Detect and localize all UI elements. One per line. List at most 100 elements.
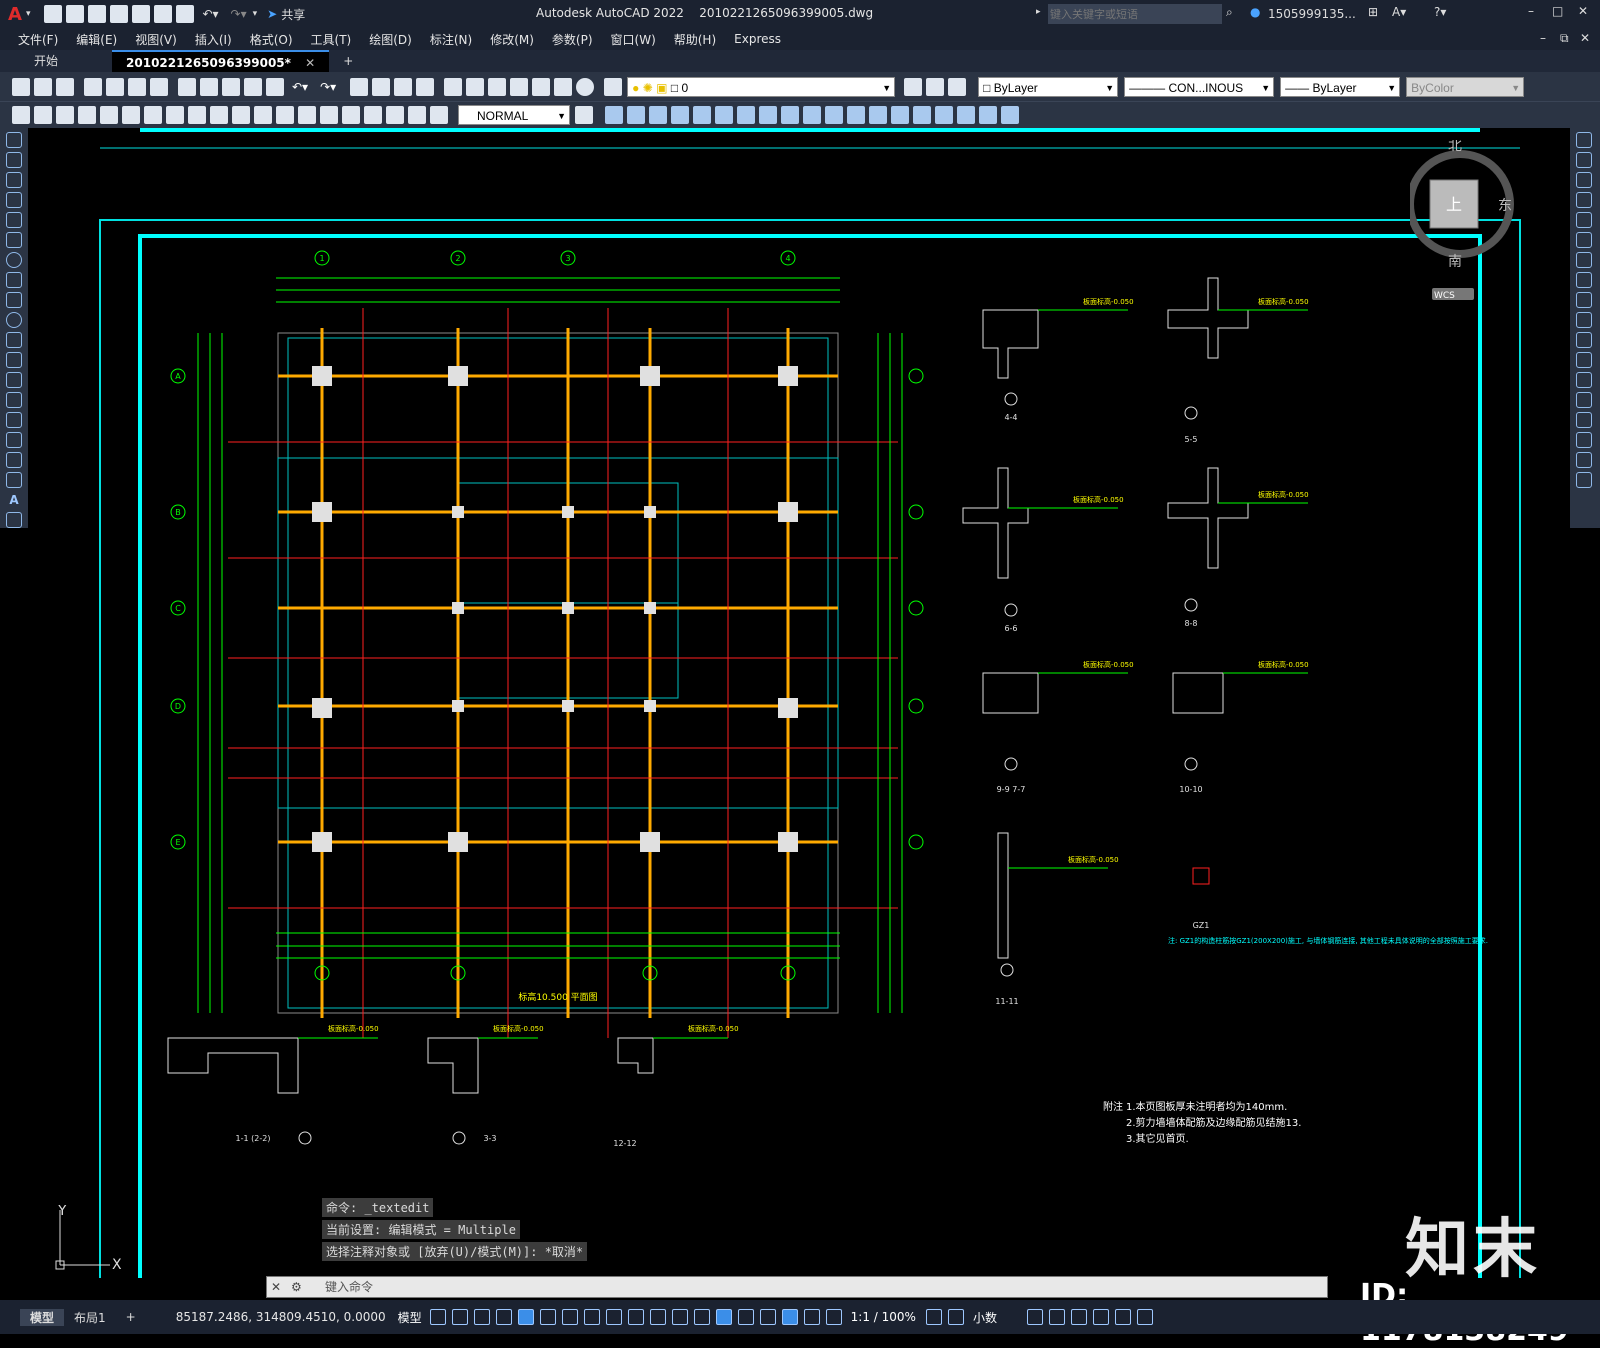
- share-button[interactable]: 共享: [281, 6, 305, 23]
- polygon-icon[interactable]: [6, 192, 22, 208]
- erase-icon[interactable]: [1576, 132, 1592, 148]
- customize-chevron-icon[interactable]: ▾: [253, 9, 258, 19]
- share-icon[interactable]: ➤: [267, 7, 277, 21]
- arc-icon[interactable]: [6, 232, 22, 248]
- viewcube-graphic[interactable]: 北 南 东 西 上 WCS: [1390, 138, 1560, 310]
- polyline-icon[interactable]: [6, 172, 22, 188]
- extend-icon[interactable]: [1576, 332, 1592, 348]
- quickcalc-icon[interactable]: [554, 77, 573, 96]
- menu-tools[interactable]: 工具(T): [311, 31, 352, 48]
- doc-minimize-icon[interactable]: –: [1540, 31, 1546, 45]
- help-tb-icon[interactable]: [576, 77, 595, 96]
- user-name[interactable]: 1505999135...: [1268, 7, 1356, 21]
- hardware-accel-icon[interactable]: [1092, 1309, 1109, 1325]
- region-icon[interactable]: [6, 452, 22, 468]
- chamfer-icon[interactable]: [1576, 412, 1592, 428]
- osnap-icon[interactable]: [605, 1309, 622, 1325]
- layer-states-icon[interactable]: [948, 77, 967, 96]
- fillet-icon[interactable]: [1576, 432, 1592, 448]
- save-as-icon[interactable]: [110, 5, 129, 23]
- menu-express[interactable]: Express: [734, 32, 781, 46]
- dim-aligned-icon[interactable]: [34, 106, 52, 124]
- new-tab-icon[interactable]: +: [329, 50, 367, 72]
- open-icon[interactable]: [34, 77, 52, 96]
- save-tb-icon[interactable]: [56, 77, 74, 96]
- menu-draw[interactable]: 绘图(D): [369, 31, 412, 48]
- tab-close-icon[interactable]: ✕: [305, 56, 315, 70]
- doc-close-icon[interactable]: ✕: [1580, 31, 1590, 45]
- insert-block-icon[interactable]: [6, 352, 22, 368]
- tool-palettes-icon[interactable]: [488, 77, 507, 96]
- menu-parametric[interactable]: 参数(P): [552, 31, 593, 48]
- dim-update-icon[interactable]: [430, 106, 448, 124]
- layer-combo[interactable]: ● ✺ ▣ □ 0 ▼: [627, 76, 896, 97]
- dim-radius-icon[interactable]: [100, 106, 118, 124]
- customize-command-icon[interactable]: ⚙: [291, 1277, 302, 1297]
- modify-lengthen-icon[interactable]: [957, 106, 975, 124]
- menu-edit[interactable]: 编辑(E): [76, 31, 117, 48]
- modify-offset-icon[interactable]: [847, 106, 865, 124]
- annotation-monitor-icon[interactable]: [947, 1309, 964, 1325]
- undo-tb-icon[interactable]: ↶▾: [292, 80, 308, 94]
- mirror-icon[interactable]: [1576, 172, 1592, 188]
- menu-insert[interactable]: 插入(I): [195, 31, 232, 48]
- quick-dim-icon[interactable]: [188, 106, 206, 124]
- menu-dimension[interactable]: 标注(N): [430, 31, 472, 48]
- autoscale-icon[interactable]: [803, 1309, 820, 1325]
- modify-erase-icon[interactable]: [935, 106, 953, 124]
- modify-trim-icon[interactable]: [737, 106, 755, 124]
- mtext-icon[interactable]: A: [6, 492, 22, 508]
- ellipse-arc-icon[interactable]: [6, 332, 22, 348]
- pan-icon[interactable]: [350, 77, 369, 96]
- dynamic-input-icon[interactable]: [495, 1309, 512, 1325]
- table-icon[interactable]: [6, 472, 22, 488]
- maximize-icon[interactable]: □: [1552, 4, 1563, 18]
- command-input[interactable]: ✕ ⚙ 键入命令: [266, 1276, 1328, 1298]
- dim-diameter-icon[interactable]: [144, 106, 162, 124]
- menu-format[interactable]: 格式(O): [250, 31, 293, 48]
- tab-drawing[interactable]: 2010221265096399005* ✕: [112, 50, 330, 72]
- modify-stretch-icon[interactable]: [649, 106, 667, 124]
- jog-line-icon[interactable]: [364, 106, 382, 124]
- lineweight-combo[interactable]: —— ByLayer ▼: [1280, 76, 1401, 97]
- properties-icon[interactable]: [444, 77, 463, 96]
- open-web-icon[interactable]: [132, 5, 151, 23]
- paste-icon[interactable]: [222, 77, 240, 96]
- units-value[interactable]: 小数: [973, 1309, 997, 1326]
- a360-icon[interactable]: A▾: [1392, 5, 1406, 19]
- line-icon[interactable]: [6, 132, 22, 148]
- modify-fillet-icon[interactable]: [781, 106, 799, 124]
- customization-icon[interactable]: [1136, 1309, 1153, 1325]
- close-icon[interactable]: ✕: [1578, 4, 1588, 18]
- dimstyle-combo[interactable]: NORMAL ▼: [458, 105, 570, 125]
- tab-start[interactable]: 开始: [20, 50, 72, 72]
- redo-icon[interactable]: ↷▾: [231, 7, 247, 21]
- rectangle-icon[interactable]: [6, 212, 22, 228]
- doc-restore-icon[interactable]: ⧉: [1560, 31, 1569, 46]
- linetype-combo[interactable]: ——— CON...INOUS ▼: [1124, 76, 1275, 97]
- modify-break-icon[interactable]: [913, 106, 931, 124]
- save-web-icon[interactable]: [154, 5, 173, 23]
- modify-explode-icon[interactable]: [869, 106, 887, 124]
- dynamic-ucs-icon[interactable]: [715, 1309, 732, 1325]
- search-expand-icon[interactable]: ▸: [1036, 7, 1041, 17]
- matchprop-icon[interactable]: [244, 77, 262, 96]
- cut-icon[interactable]: [178, 77, 196, 96]
- redo-tb-icon[interactable]: ↷▾: [320, 80, 336, 94]
- plot-icon[interactable]: [176, 5, 195, 23]
- modify-mirror-icon[interactable]: [693, 106, 711, 124]
- lock-ui-icon[interactable]: [1048, 1309, 1065, 1325]
- layer-manager-icon[interactable]: [604, 77, 623, 96]
- offset-icon[interactable]: [1576, 192, 1592, 208]
- publish-icon[interactable]: [128, 77, 146, 96]
- modify-reverse-icon[interactable]: [1001, 106, 1019, 124]
- modify-copy-icon[interactable]: [627, 106, 645, 124]
- point-icon[interactable]: [6, 392, 22, 408]
- isodraft-icon[interactable]: [561, 1309, 578, 1325]
- app-menu-chevron-icon[interactable]: ▾: [26, 9, 31, 19]
- annotation-visibility-icon[interactable]: [781, 1309, 798, 1325]
- 3dprint-icon[interactable]: [150, 77, 168, 96]
- dim-jogged-icon[interactable]: [122, 106, 140, 124]
- isolate-objects-icon[interactable]: [1070, 1309, 1087, 1325]
- selection-filter-icon[interactable]: [737, 1309, 754, 1325]
